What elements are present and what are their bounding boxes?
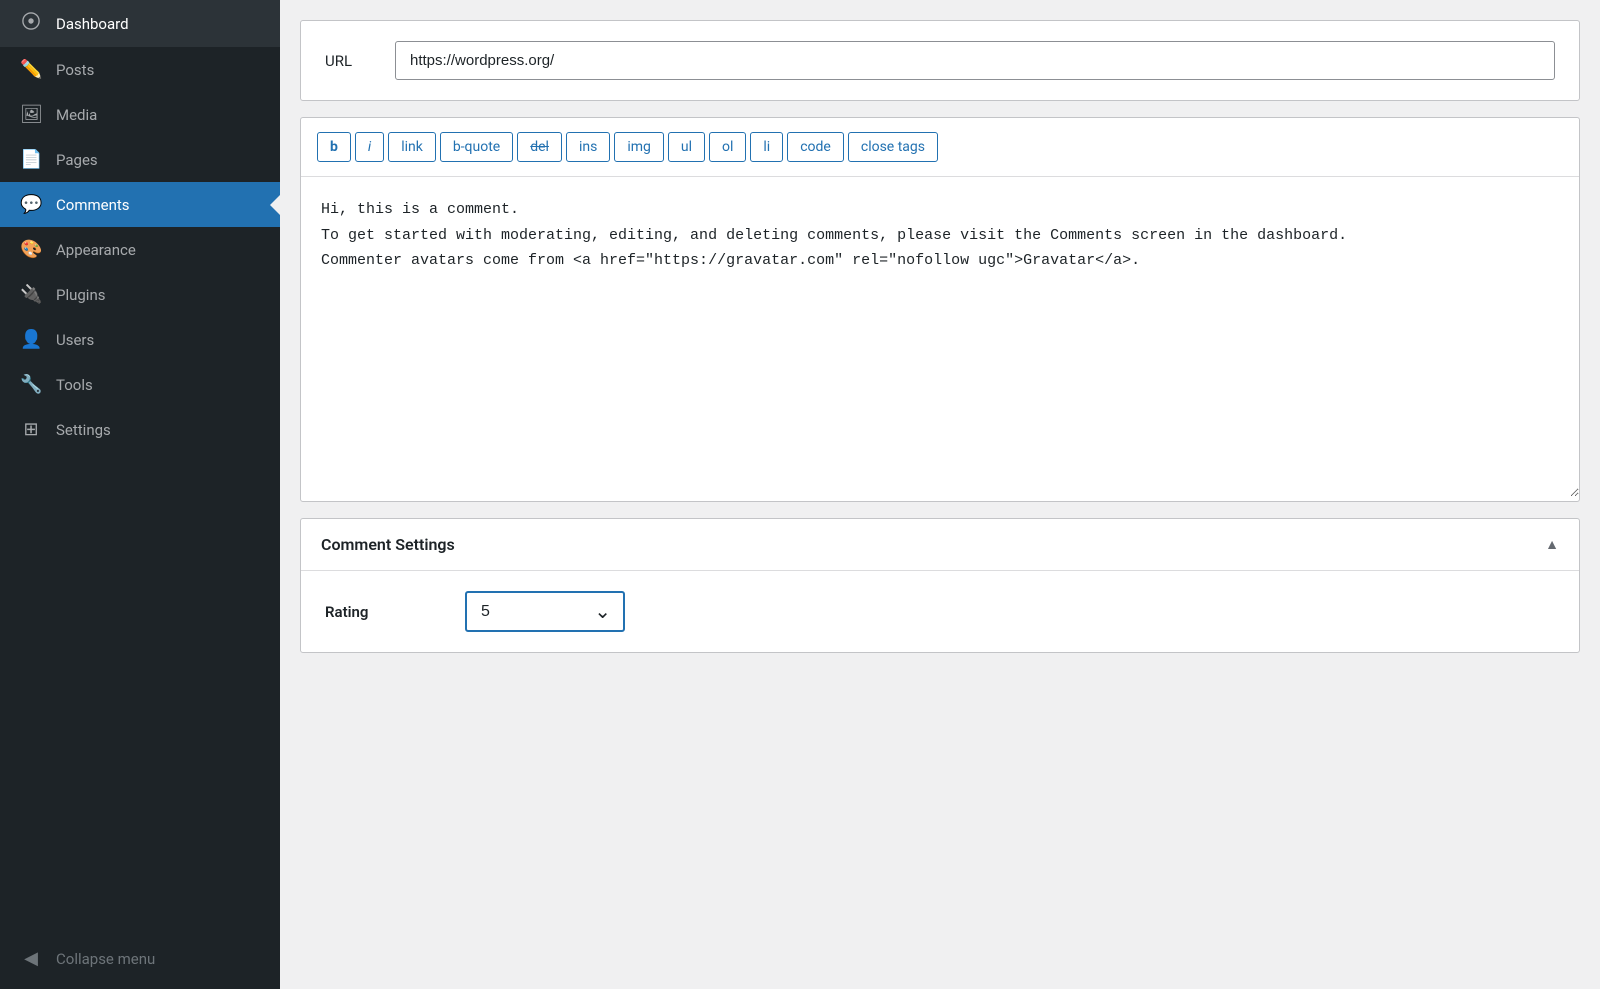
sidebar-item-posts[interactable]: ✏️ Posts — [0, 47, 280, 92]
toolbar-btn-b[interactable]: b — [317, 132, 351, 162]
toolbar-btn-ol[interactable]: ol — [709, 132, 746, 162]
sidebar-item-pages[interactable]: 📄 Pages — [0, 137, 280, 182]
sidebar-item-media[interactable]: 🖼 Media — [0, 92, 280, 137]
editor-textarea[interactable]: Hi, this is a comment. To get started wi… — [301, 177, 1579, 497]
settings-header[interactable]: Comment Settings ▲ — [301, 519, 1579, 571]
sidebar-item-label: Pages — [56, 151, 98, 169]
sidebar-item-label: Posts — [56, 61, 94, 79]
sidebar-item-label: Settings — [56, 421, 111, 439]
settings-title: Comment Settings — [321, 535, 455, 554]
sidebar-item-settings[interactable]: ⊞ Settings — [0, 407, 280, 452]
sidebar-item-dashboard[interactable]: Dashboard — [0, 0, 280, 47]
active-arrow — [270, 195, 280, 215]
sidebar-item-users[interactable]: 👤 Users — [0, 317, 280, 362]
rating-select[interactable]: 1 2 3 4 5 — [465, 591, 625, 632]
sidebar-item-label: Appearance — [56, 241, 136, 259]
settings-body: Rating 1 2 3 4 5 — [301, 571, 1579, 652]
toolbar-btn-link[interactable]: link — [388, 132, 436, 162]
sidebar-item-label: Plugins — [56, 286, 105, 304]
collapse-label: Collapse menu — [56, 950, 155, 968]
media-icon: 🖼 — [20, 104, 42, 125]
sidebar-item-comments[interactable]: 💬 Comments — [0, 182, 280, 227]
sidebar-item-appearance[interactable]: 🎨 Appearance — [0, 227, 280, 272]
sidebar-item-label: Comments — [56, 196, 130, 214]
settings-toggle-arrow: ▲ — [1545, 536, 1559, 553]
users-icon: 👤 — [20, 329, 42, 350]
main-content: URL b i link b-quote del ins img ul ol l… — [280, 0, 1600, 989]
url-label: URL — [325, 52, 375, 70]
dashboard-icon — [20, 12, 42, 35]
sidebar-item-label: Tools — [56, 376, 93, 394]
plugins-icon: 🔌 — [20, 284, 42, 305]
toolbar-btn-ul[interactable]: ul — [668, 132, 705, 162]
toolbar-btn-ins[interactable]: ins — [566, 132, 610, 162]
toolbar-btn-del[interactable]: del — [517, 132, 562, 162]
toolbar-btn-li[interactable]: li — [750, 132, 783, 162]
sidebar-collapse[interactable]: ◀ Collapse menu — [0, 936, 280, 989]
editor-section: b i link b-quote del ins img ul ol li co… — [300, 117, 1580, 502]
toolbar-btn-bquote[interactable]: b-quote — [440, 132, 513, 162]
toolbar-btn-i[interactable]: i — [355, 132, 384, 162]
url-section: URL — [300, 20, 1580, 101]
appearance-icon: 🎨 — [20, 239, 42, 260]
sidebar-item-label: Users — [56, 331, 94, 349]
settings-icon: ⊞ — [20, 419, 42, 440]
posts-icon: ✏️ — [20, 59, 42, 80]
collapse-icon: ◀ — [20, 948, 42, 969]
comments-icon: 💬 — [20, 194, 42, 215]
comment-settings: Comment Settings ▲ Rating 1 2 3 4 5 — [300, 518, 1580, 653]
rating-label: Rating — [325, 603, 445, 621]
url-input[interactable] — [395, 41, 1555, 80]
sidebar-item-tools[interactable]: 🔧 Tools — [0, 362, 280, 407]
sidebar: Dashboard ✏️ Posts 🖼 Media 📄 Pages 💬 Com… — [0, 0, 280, 989]
editor-toolbar: b i link b-quote del ins img ul ol li co… — [301, 118, 1579, 177]
tools-icon: 🔧 — [20, 374, 42, 395]
sidebar-item-plugins[interactable]: 🔌 Plugins — [0, 272, 280, 317]
toolbar-btn-img[interactable]: img — [614, 132, 664, 162]
toolbar-btn-close-tags[interactable]: close tags — [848, 132, 938, 162]
sidebar-item-label: Media — [56, 106, 97, 124]
rating-select-wrapper: 1 2 3 4 5 — [465, 591, 625, 632]
sidebar-item-label: Dashboard — [56, 15, 129, 33]
pages-icon: 📄 — [20, 149, 42, 170]
toolbar-btn-code[interactable]: code — [787, 132, 844, 162]
